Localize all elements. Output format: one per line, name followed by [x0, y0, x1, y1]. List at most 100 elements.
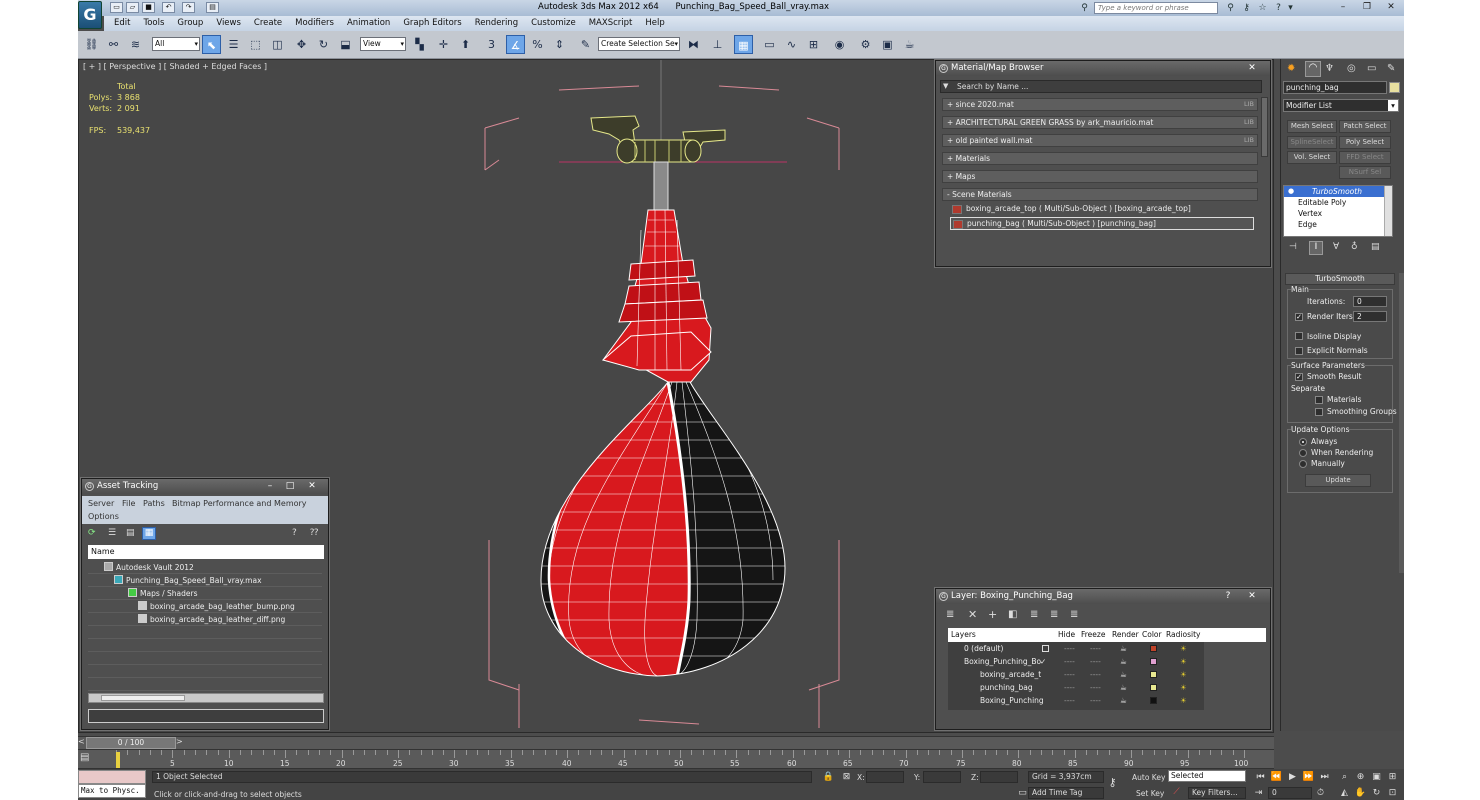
- library-green-grass[interactable]: + ARCHITECTURAL GREEN GRASS by ark_mauri…: [942, 116, 1258, 129]
- stack-item-vertex[interactable]: Vertex: [1284, 208, 1384, 219]
- maximize-viewport-icon[interactable]: ⊡: [1386, 787, 1399, 799]
- scene-material-boxing-arcade-top[interactable]: boxing_arcade_top ( Multi/Sub-Object ) […: [950, 203, 1254, 216]
- lightbulb-icon[interactable]: ●: [1288, 187, 1294, 195]
- explicit-normals-checkbox[interactable]: [1295, 347, 1303, 355]
- material-browser-titlebar[interactable]: G Material/Map Browser ✕: [936, 61, 1270, 76]
- redo-icon[interactable]: ↷: [182, 2, 195, 13]
- hide-toggle[interactable]: ----: [1064, 668, 1075, 681]
- project-folder-icon[interactable]: ▤: [206, 2, 219, 13]
- select-in-layer-icon[interactable]: ◧: [1008, 609, 1017, 620]
- time-slider-next-icon[interactable]: >: [176, 737, 184, 749]
- layer-color-swatch[interactable]: [1150, 697, 1157, 704]
- update-button[interactable]: Update: [1305, 474, 1371, 487]
- select-object-icon[interactable]: ⬉: [202, 35, 221, 54]
- time-config-icon[interactable]: ⏱: [1314, 787, 1327, 799]
- hierarchy-tab-icon[interactable]: ♆: [1325, 63, 1334, 74]
- close-icon[interactable]: ✕: [1380, 1, 1402, 14]
- add-time-tag-button[interactable]: Add Time Tag: [1028, 787, 1104, 799]
- reference-coordinate-dropdown[interactable]: View: [360, 37, 406, 51]
- menu-animation[interactable]: Animation: [347, 16, 390, 31]
- freeze-toggle[interactable]: ----: [1090, 681, 1101, 694]
- freeze-all-icon[interactable]: ≣: [1070, 609, 1078, 620]
- make-unique-icon[interactable]: ∀: [1333, 242, 1339, 252]
- update-always-radio[interactable]: [1299, 438, 1307, 446]
- orbit-icon[interactable]: ↻: [1370, 787, 1383, 799]
- zoom-extents-icon[interactable]: ▣: [1370, 771, 1383, 783]
- set-key-mode-icon[interactable]: ⚷: [1106, 777, 1119, 789]
- menu-tools[interactable]: Tools: [143, 16, 164, 31]
- set-key-button[interactable]: Set Key: [1136, 789, 1164, 798]
- open-icon[interactable]: ▱: [126, 2, 139, 13]
- stack-item-editable-poly[interactable]: Editable Poly: [1284, 197, 1384, 208]
- maxscript-listener-output[interactable]: [78, 770, 146, 784]
- highlight-layer-icon[interactable]: ≣: [1030, 609, 1038, 620]
- mesh-select-button[interactable]: Mesh Select: [1287, 120, 1337, 133]
- layer-color-swatch[interactable]: [1150, 684, 1157, 691]
- object-color-swatch[interactable]: [1389, 82, 1400, 93]
- unlink-icon[interactable]: ⚯: [104, 35, 123, 54]
- table-icon[interactable]: ▤: [126, 528, 138, 540]
- freeze-toggle[interactable]: ----: [1090, 694, 1101, 707]
- app-logo-icon[interactable]: G: [78, 1, 102, 29]
- tree-item-diffuse-map[interactable]: boxing_arcade_bag_leather_diff.png: [88, 613, 322, 626]
- maxscript-mini-listener[interactable]: Max to Physc.: [78, 784, 146, 798]
- render-teapot-icon[interactable]: ☕: [1120, 642, 1127, 655]
- radiosity-icon[interactable]: ☀: [1180, 668, 1187, 681]
- table-row[interactable]: Boxing_Punching_Bo ✓ ---- ---- ☕ ☀: [948, 655, 1204, 668]
- modifier-list-dropdown[interactable]: Modifier List ▾: [1283, 99, 1399, 112]
- restore-icon[interactable]: ❐: [1356, 1, 1378, 14]
- remove-modifier-icon[interactable]: ♁: [1351, 242, 1358, 252]
- radiosity-icon[interactable]: ☀: [1180, 642, 1187, 655]
- asset-path-field[interactable]: [88, 709, 324, 723]
- zoom-extents-all-icon[interactable]: ⊞: [1386, 771, 1399, 783]
- mini-curve-editor-icon[interactable]: ▤: [80, 752, 98, 766]
- close-icon[interactable]: ✕: [1244, 62, 1260, 74]
- z-coordinate-field[interactable]: [980, 771, 1018, 783]
- next-frame-icon[interactable]: ⏩: [1302, 771, 1315, 783]
- time-slider-thumb[interactable]: 0 / 100: [86, 737, 176, 749]
- stack-scrollbar[interactable]: [1384, 186, 1392, 236]
- material-search-input[interactable]: Search by Name ...: [940, 80, 1262, 93]
- render-setup-icon[interactable]: ⚙: [856, 35, 875, 54]
- rotate-icon[interactable]: ↻: [314, 35, 333, 54]
- freeze-toggle[interactable]: ----: [1090, 655, 1101, 668]
- group-maps[interactable]: + Maps: [942, 170, 1258, 183]
- go-to-start-icon[interactable]: ⏮: [1254, 771, 1267, 783]
- table-row[interactable]: Boxing_Punching ---- ---- ☕ ☀: [948, 694, 1204, 707]
- hide-toggle[interactable]: ----: [1064, 642, 1075, 655]
- play-icon[interactable]: ▶: [1286, 771, 1299, 783]
- hide-all-icon[interactable]: ≣: [1050, 609, 1058, 620]
- delete-layer-icon[interactable]: ✕: [968, 608, 977, 621]
- pivot-center-icon[interactable]: ▚: [410, 35, 429, 54]
- material-browser-scrollbar[interactable]: [1261, 97, 1268, 157]
- menu-rendering[interactable]: Rendering: [475, 16, 518, 31]
- table-row[interactable]: punching_bag ---- ---- ☕ ☀: [948, 681, 1204, 694]
- tree-item-maps-shaders[interactable]: Maps / Shaders: [88, 587, 322, 600]
- close-icon[interactable]: ✕: [304, 480, 320, 492]
- render-production-icon[interactable]: ☕: [900, 35, 919, 54]
- library-since-2020[interactable]: + since 2020.mat LIB: [942, 98, 1258, 111]
- separate-materials-checkbox[interactable]: [1315, 396, 1323, 404]
- motion-tab-icon[interactable]: ◎: [1347, 63, 1356, 74]
- hide-toggle[interactable]: ----: [1064, 655, 1075, 668]
- patch-select-button[interactable]: Patch Select: [1339, 120, 1391, 133]
- menu-file[interactable]: File: [122, 499, 135, 508]
- stack-item-edge[interactable]: Edge: [1284, 219, 1384, 230]
- chevron-down-icon[interactable]: ▾: [1388, 100, 1398, 111]
- layer-titlebar[interactable]: G Layer: Boxing_Punching_Bag ? ✕: [936, 589, 1270, 604]
- freeze-toggle[interactable]: ----: [1090, 642, 1101, 655]
- current-frame-marker[interactable]: [116, 752, 120, 768]
- zoom-icon[interactable]: ⌕: [1338, 771, 1351, 783]
- stack-item-turbosmooth[interactable]: TurboSmooth: [1284, 186, 1384, 197]
- pin-stack-icon[interactable]: ⊣: [1289, 242, 1297, 252]
- layer-manager-icon[interactable]: ▦: [734, 35, 753, 54]
- turbosmooth-rollout-header[interactable]: TurboSmooth: [1285, 273, 1395, 285]
- curve-editor-icon[interactable]: ∿: [782, 35, 801, 54]
- key-selection-dropdown[interactable]: Selected: [1168, 770, 1246, 782]
- iterations-spinner[interactable]: 0: [1353, 296, 1387, 307]
- material-editor-icon[interactable]: ◉: [830, 35, 849, 54]
- col-radiosity[interactable]: Radiosity: [1166, 628, 1200, 641]
- group-scene-materials[interactable]: - Scene Materials: [942, 188, 1258, 201]
- previous-frame-icon[interactable]: ⏪: [1270, 771, 1283, 783]
- window-crossing-icon[interactable]: ◫: [268, 35, 287, 54]
